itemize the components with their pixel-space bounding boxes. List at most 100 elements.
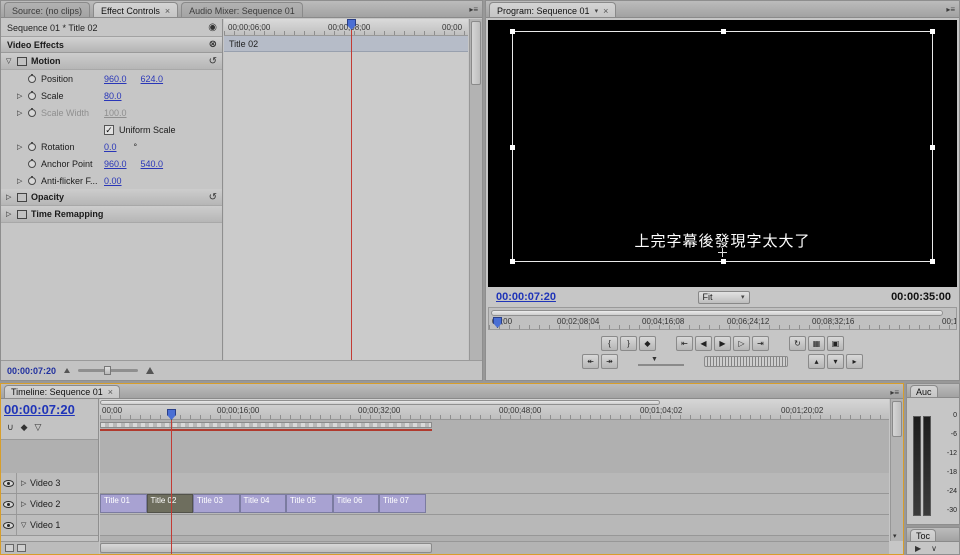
current-time-display[interactable]: 00:00:07:20 bbox=[7, 366, 56, 376]
go-to-in-button[interactable]: ⇤ bbox=[676, 336, 693, 351]
twirl-icon[interactable]: ▽ bbox=[6, 57, 17, 65]
param-value[interactable]: 0.00 bbox=[104, 176, 122, 186]
more-tools-icon[interactable]: ∨ bbox=[931, 544, 937, 553]
program-video-area[interactable]: 上完字幕後發現字太大了 bbox=[488, 20, 957, 287]
set-encore-marker-icon[interactable]: ◆ bbox=[21, 422, 28, 433]
mini-timeline-ruler[interactable]: 00;00;06;0000;00;08;0000;00 bbox=[224, 19, 468, 36]
effect-header-motion[interactable]: ▽Motion↺ bbox=[1, 53, 222, 70]
work-area-bar[interactable] bbox=[100, 422, 432, 428]
clip-title-01[interactable]: Title 01 bbox=[100, 494, 147, 513]
tab-audio-mixer-sequence-01[interactable]: Audio Mixer: Sequence 01 bbox=[181, 2, 303, 17]
twirl-icon[interactable]: ▷ bbox=[17, 143, 28, 151]
effect-controls-scrollbar[interactable] bbox=[469, 19, 482, 360]
clip-title-03[interactable]: Title 03 bbox=[193, 494, 240, 513]
go-to-prev-edit-button[interactable]: ↞ bbox=[582, 354, 599, 369]
scrollbar-thumb[interactable] bbox=[471, 21, 481, 85]
show-timeline-view-icon[interactable]: ◉ bbox=[208, 23, 217, 33]
close-icon[interactable]: × bbox=[108, 388, 113, 396]
set-display-style-icon[interactable] bbox=[5, 544, 14, 552]
twirl-icon[interactable]: ▷ bbox=[21, 479, 30, 487]
stopwatch-icon[interactable] bbox=[28, 143, 36, 151]
track-header-video-2[interactable]: ▷Video 2 bbox=[1, 494, 98, 515]
zoom-slider[interactable] bbox=[78, 369, 138, 372]
stopwatch-icon[interactable] bbox=[28, 75, 36, 83]
anchor-point-icon[interactable] bbox=[718, 248, 727, 257]
twirl-icon[interactable]: ▷ bbox=[6, 210, 17, 218]
clip-title-04[interactable]: Title 04 bbox=[240, 494, 287, 513]
param-value[interactable]: 80.0 bbox=[104, 91, 122, 101]
loop-button[interactable]: ↻ bbox=[789, 336, 806, 351]
clip-title-07[interactable]: Title 07 bbox=[379, 494, 426, 513]
chevron-down-icon[interactable]: ▾ bbox=[595, 7, 599, 15]
resize-handle[interactable] bbox=[930, 29, 935, 34]
param-value[interactable]: 0.0 bbox=[104, 142, 117, 152]
scrollbar-thumb[interactable] bbox=[892, 401, 902, 437]
param-value[interactable]: 960.0 bbox=[104, 74, 127, 84]
zoom-level-select[interactable]: Fit ▾ bbox=[698, 291, 750, 304]
toggle-track-output[interactable] bbox=[1, 515, 17, 535]
lift-button[interactable]: ▴ bbox=[808, 354, 825, 369]
param-value[interactable]: 624.0 bbox=[141, 74, 164, 84]
stopwatch-icon[interactable] bbox=[28, 109, 36, 117]
param-value[interactable]: 100.0 bbox=[104, 108, 127, 118]
current-time-indicator[interactable] bbox=[171, 420, 172, 554]
timeline-vertical-scrollbar[interactable]: ▾ bbox=[890, 399, 903, 541]
reset-icon[interactable]: ↺ bbox=[209, 192, 217, 203]
shuttle-thumb-icon[interactable]: ▼ bbox=[651, 356, 658, 363]
set-out-point-button[interactable]: } bbox=[620, 336, 637, 351]
track-video-1[interactable] bbox=[100, 515, 889, 536]
resize-handle[interactable] bbox=[510, 145, 515, 150]
resize-handle[interactable] bbox=[510, 259, 515, 264]
stopwatch-icon[interactable] bbox=[28, 160, 36, 168]
go-to-next-edit-button[interactable]: ↠ bbox=[601, 354, 618, 369]
timeline-current-timecode[interactable]: 00:00:07:20 bbox=[1, 399, 98, 417]
export-frame-button[interactable]: ▸ bbox=[846, 354, 863, 369]
timeline-tracks-area[interactable]: 00;0000;00;16;0000;00;32;0000;00;48;0000… bbox=[100, 399, 889, 541]
twirl-icon[interactable]: ▷ bbox=[17, 92, 28, 100]
twirl-icon[interactable]: ▷ bbox=[21, 500, 30, 508]
reset-icon[interactable]: ↺ bbox=[209, 56, 217, 67]
tab-tools[interactable]: Toc bbox=[910, 529, 936, 541]
go-to-out-button[interactable]: ⇥ bbox=[752, 336, 769, 351]
param-value[interactable]: 540.0 bbox=[141, 159, 164, 169]
track-video-3[interactable] bbox=[100, 473, 889, 494]
viewing-area-bar[interactable] bbox=[491, 310, 943, 316]
panel-menu-icon[interactable]: ▸≡ bbox=[469, 5, 478, 14]
scrollbar-thumb[interactable] bbox=[100, 543, 432, 553]
safe-margins-button[interactable]: ▦ bbox=[808, 336, 825, 351]
zoom-in-icon[interactable] bbox=[146, 367, 154, 374]
checkbox[interactable]: ✓ bbox=[104, 125, 114, 135]
scroll-down-icon[interactable]: ▾ bbox=[893, 532, 897, 540]
timeline-ruler[interactable]: 00;0000;00;16;0000;00;32;0000;00;48;0000… bbox=[100, 399, 889, 420]
panel-menu-icon[interactable]: ▸≡ bbox=[890, 388, 899, 397]
program-time-ruler[interactable]: 00;0000;02;08;0400;04;16;0800;06;24;1200… bbox=[488, 307, 957, 330]
program-current-timecode[interactable]: 00:00:07:20 bbox=[496, 291, 556, 303]
param-value[interactable]: 960.0 bbox=[104, 159, 127, 169]
clip-title-02[interactable]: Title 02 bbox=[147, 494, 194, 513]
resize-handle[interactable] bbox=[930, 259, 935, 264]
set-in-point-button[interactable]: { bbox=[601, 336, 618, 351]
close-icon[interactable]: × bbox=[165, 7, 170, 15]
twirl-icon[interactable]: ▷ bbox=[17, 109, 28, 117]
effect-header-opacity[interactable]: ▷Opacity↺ bbox=[1, 189, 222, 206]
clear-effects-icon[interactable]: ⊗ bbox=[209, 40, 217, 50]
title-bounding-box[interactable]: 上完字幕後發現字太大了 bbox=[512, 31, 933, 262]
jog-wheel[interactable] bbox=[704, 356, 788, 367]
tab-timeline-sequence-01[interactable]: Timeline: Sequence 01 × bbox=[4, 385, 120, 398]
twirl-icon[interactable]: ▽ bbox=[21, 521, 30, 529]
resize-handle[interactable] bbox=[930, 145, 935, 150]
stopwatch-icon[interactable] bbox=[28, 177, 36, 185]
step-forward-button[interactable]: ▷ bbox=[733, 336, 750, 351]
resize-handle[interactable] bbox=[721, 29, 726, 34]
tab-audio-master-meters[interactable]: Auc bbox=[910, 385, 938, 397]
output-settings-button[interactable]: ▣ bbox=[827, 336, 844, 351]
selection-tool-icon[interactable]: ▶ bbox=[915, 544, 921, 553]
resize-handle[interactable] bbox=[721, 259, 726, 264]
effect-controls-mini-timeline[interactable]: 00;00;06;0000;00;08;0000;00 Title 02 bbox=[224, 19, 468, 360]
set-marker-icon[interactable]: ▽ bbox=[35, 422, 42, 433]
viewing-area-bar[interactable] bbox=[100, 400, 660, 405]
tab-effect-controls[interactable]: Effect Controls× bbox=[93, 2, 178, 17]
resize-handle[interactable] bbox=[510, 29, 515, 34]
zoom-slider-thumb[interactable] bbox=[104, 366, 111, 375]
zoom-out-icon[interactable] bbox=[64, 368, 70, 373]
